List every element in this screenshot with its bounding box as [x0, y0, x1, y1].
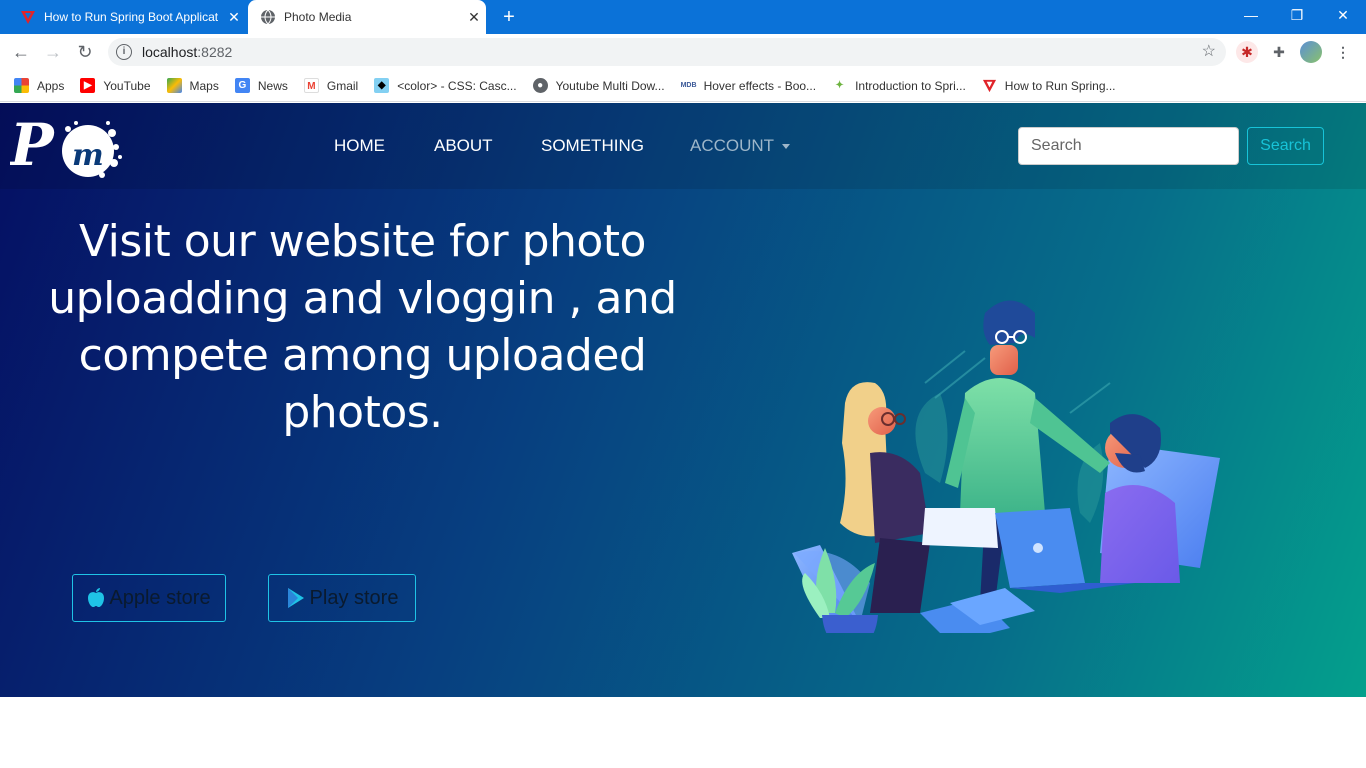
play-store-label: Play store: [309, 586, 399, 609]
close-window-button[interactable]: ✕: [1320, 0, 1366, 30]
bookmark-label: Apps: [37, 78, 65, 93]
nav-account-dropdown[interactable]: ACCOUNT: [690, 136, 791, 156]
maps-icon: [166, 78, 182, 93]
bookmark-mdn-color[interactable]: ◆ <color> - CSS: Casc...: [374, 78, 517, 93]
news-icon: G: [234, 78, 250, 93]
reload-icon[interactable]: ↻: [72, 39, 98, 65]
profile-avatar[interactable]: [1300, 41, 1322, 63]
nav-about[interactable]: ABOUT: [434, 136, 493, 156]
red-v-icon: [982, 79, 996, 93]
menu-kebab-icon[interactable]: ⋮: [1332, 41, 1354, 63]
bookmark-how-to-run[interactable]: How to Run Spring...: [982, 78, 1116, 93]
page-below-hero: [0, 697, 1366, 768]
info-icon[interactable]: i: [116, 44, 132, 60]
apple-store-label: Apple store: [109, 586, 211, 609]
bookmark-apps[interactable]: Apps: [14, 78, 64, 93]
bookmarks-bar: Apps ▶ YouTube Maps G News M Gmail ◆ <co…: [0, 70, 1366, 102]
forward-arrow-icon[interactable]: →: [40, 39, 66, 65]
bookmark-youtube-multi[interactable]: ● Youtube Multi Dow...: [532, 78, 665, 93]
apple-store-button[interactable]: Apple store: [72, 574, 226, 622]
bookmark-label: YouTube: [103, 78, 151, 93]
apple-icon: [88, 588, 105, 607]
play-store-button[interactable]: Play store: [268, 574, 416, 622]
nav-account-label: ACCOUNT: [690, 136, 775, 155]
back-arrow-icon[interactable]: ←: [8, 39, 34, 65]
close-tab-icon[interactable]: ✕: [462, 9, 486, 26]
bookmark-label: Introduction to Spri...: [855, 78, 966, 93]
bookmark-label: Youtube Multi Dow...: [555, 78, 665, 93]
tab-title: Photo Media: [284, 10, 352, 24]
gmail-icon: M: [303, 78, 319, 93]
hero-headline: Visit our website for photo uploadding a…: [48, 216, 677, 438]
bookmark-label: How to Run Spring...: [1004, 78, 1116, 93]
bookmark-label: Gmail: [326, 78, 359, 93]
bookmark-label: Maps: [189, 78, 219, 93]
url-text[interactable]: localhost:8282: [142, 44, 232, 60]
url-port: :8282: [197, 44, 233, 60]
bug-extension-icon[interactable]: ✱: [1236, 41, 1258, 63]
spring-icon: ✦: [832, 78, 848, 93]
site-navbar: P m HOME ABOUT SOMETHING ACCOUNT Search: [0, 103, 1366, 189]
pm-logo[interactable]: P m: [10, 113, 122, 183]
tab-strip: How to Run Spring Boot Applicat ✕ Photo …: [0, 0, 1366, 34]
tab-photo-media[interactable]: Photo Media ✕: [248, 0, 486, 34]
red-v-icon: [21, 11, 35, 24]
bookmark-news[interactable]: G News: [234, 78, 288, 93]
restore-button[interactable]: ❐: [1274, 0, 1320, 30]
hero-section: P m HOME ABOUT SOMETHING ACCOUNT Search …: [0, 103, 1366, 697]
puzzle-extensions-icon[interactable]: ✚: [1268, 41, 1290, 63]
bookmark-label: <color> - CSS: Casc...: [397, 78, 517, 93]
mdn-icon: ◆: [374, 78, 390, 93]
bookmark-spring[interactable]: ✦ Introduction to Spri...: [832, 78, 966, 93]
search-button[interactable]: Search: [1247, 127, 1324, 165]
tab-title: How to Run Spring Boot Applicat: [44, 10, 219, 24]
svg-text:P: P: [10, 113, 55, 179]
tab-spring-boot[interactable]: How to Run Spring Boot Applicat ✕: [8, 0, 246, 34]
caret-down-icon: [782, 144, 791, 150]
search-input[interactable]: [1018, 127, 1239, 165]
nav-something[interactable]: SOMETHING: [541, 136, 644, 156]
youtube-icon: ▶: [80, 78, 96, 93]
globe-icon: [261, 9, 275, 25]
svg-text:m: m: [72, 138, 104, 173]
new-tab-button[interactable]: +: [498, 6, 520, 28]
mdb-icon: MDB: [680, 78, 697, 93]
bookmark-gmail[interactable]: M Gmail: [303, 78, 359, 93]
url-host: localhost: [142, 44, 198, 60]
globe-icon: ●: [532, 78, 548, 93]
apps-grid-icon: [14, 78, 29, 93]
bookmark-youtube[interactable]: ▶ YouTube: [80, 78, 151, 93]
browser-toolbar: ← → ↻ i localhost:8282 ☆ ✱ ✚ ⋮: [0, 34, 1366, 70]
team-illustration: [792, 300, 1220, 633]
play-store-icon: [287, 588, 304, 608]
address-bar[interactable]: i localhost:8282 ☆: [108, 38, 1226, 66]
bookmark-star-icon[interactable]: ☆: [1202, 41, 1216, 61]
nav-home[interactable]: HOME: [334, 136, 385, 156]
close-tab-icon[interactable]: ✕: [222, 9, 246, 26]
bookmark-hover-effects[interactable]: MDB Hover effects - Boo...: [680, 78, 817, 93]
bookmark-maps[interactable]: Maps: [166, 78, 219, 93]
bookmark-label: News: [257, 78, 288, 93]
minimize-button[interactable]: —: [1228, 0, 1274, 30]
bookmark-label: Hover effects - Boo...: [703, 78, 817, 93]
